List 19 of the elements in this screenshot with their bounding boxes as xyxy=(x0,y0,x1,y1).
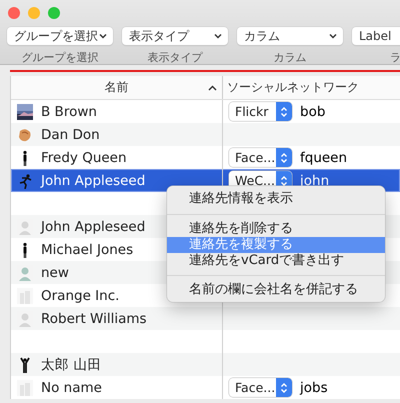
network-handle: bob xyxy=(300,104,326,120)
contact-name: 太郎 山田 xyxy=(41,356,102,374)
dropdown-caption: グループを選択 xyxy=(22,50,98,65)
network-handle: jobs xyxy=(300,380,328,396)
contact-name: John Appleseed xyxy=(41,218,146,234)
contact-name: No name xyxy=(41,380,102,396)
network-handle: john xyxy=(300,172,330,188)
contact-name: Orange Inc. xyxy=(41,288,120,304)
contact-name: Dan Don xyxy=(41,126,100,142)
network-handle: fqueen xyxy=(300,150,348,166)
contact-name: Fredy Queen xyxy=(41,150,127,166)
contact-name: B Brown xyxy=(41,104,97,120)
contact-name: new xyxy=(41,264,69,280)
contact-name: Michael Jones xyxy=(41,242,134,258)
contact-name: Robert Williams xyxy=(41,310,147,326)
contact-name: John Appleseed xyxy=(41,172,146,188)
dropdown-caption: 表示タイプ xyxy=(148,50,202,65)
dropdown-caption: ラ xyxy=(390,50,400,65)
dropdown-caption: カラム xyxy=(274,50,306,65)
